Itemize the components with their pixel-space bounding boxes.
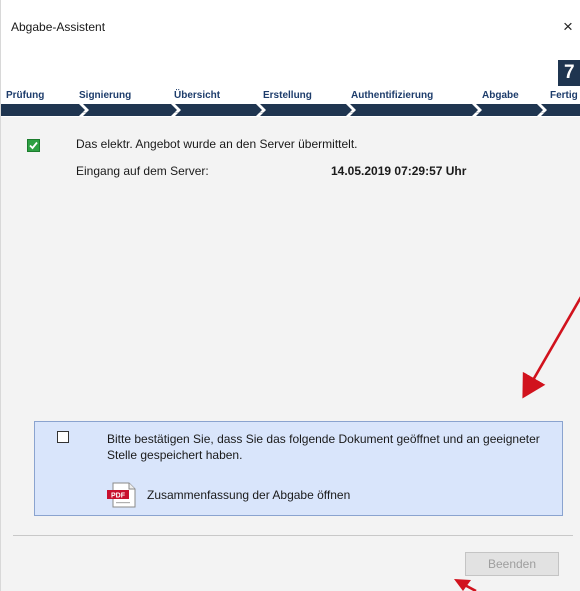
step-arrow-4 bbox=[260, 104, 352, 116]
window-title: Abgabe-Assistent bbox=[11, 20, 106, 34]
step-authentifizierung[interactable]: Authentifizierung bbox=[351, 90, 433, 101]
step-arrow-7 bbox=[541, 104, 580, 116]
confirm-checkbox[interactable] bbox=[57, 431, 69, 443]
step-progress-arrows bbox=[1, 104, 580, 116]
step-arrow-1 bbox=[1, 104, 85, 116]
wizard-content bbox=[1, 117, 580, 591]
status-message: Das elektr. Angebot wurde an den Server … bbox=[76, 137, 358, 151]
step-uebersicht[interactable]: Übersicht bbox=[174, 90, 220, 101]
pdf-badge-text: PDF bbox=[111, 493, 126, 500]
step-arrow-5 bbox=[350, 104, 478, 116]
step-fertig[interactable]: Fertig bbox=[550, 90, 578, 101]
step-number-badge: 7 bbox=[558, 60, 580, 86]
checkmark-glyph bbox=[29, 141, 38, 150]
finish-button[interactable]: Beenden bbox=[465, 552, 559, 576]
footer-divider bbox=[13, 535, 573, 536]
pdf-icon: PDF bbox=[107, 482, 136, 508]
step-arrow-2 bbox=[83, 104, 177, 116]
receipt-timestamp: 14.05.2019 07:29:57 Uhr bbox=[331, 164, 467, 178]
step-signierung[interactable]: Signierung bbox=[79, 90, 131, 101]
abgabe-assistent-window: Abgabe-Assistent × 7 Prüfung Signierung … bbox=[0, 0, 580, 591]
check-icon bbox=[27, 139, 40, 152]
step-erstellung[interactable]: Erstellung bbox=[263, 90, 312, 101]
step-pruefung[interactable]: Prüfung bbox=[6, 90, 44, 101]
confirm-text: Bitte bestätigen Sie, dass Sie das folge… bbox=[107, 432, 540, 462]
open-summary-label: Zusammenfassung der Abgabe öffnen bbox=[147, 488, 351, 502]
close-button[interactable]: × bbox=[556, 16, 580, 38]
step-arrow-3 bbox=[175, 104, 262, 116]
step-abgabe[interactable]: Abgabe bbox=[482, 90, 519, 101]
step-arrow-6 bbox=[476, 104, 543, 116]
title-bar: Abgabe-Assistent × bbox=[1, 0, 580, 48]
receipt-label: Eingang auf dem Server: bbox=[76, 164, 209, 178]
